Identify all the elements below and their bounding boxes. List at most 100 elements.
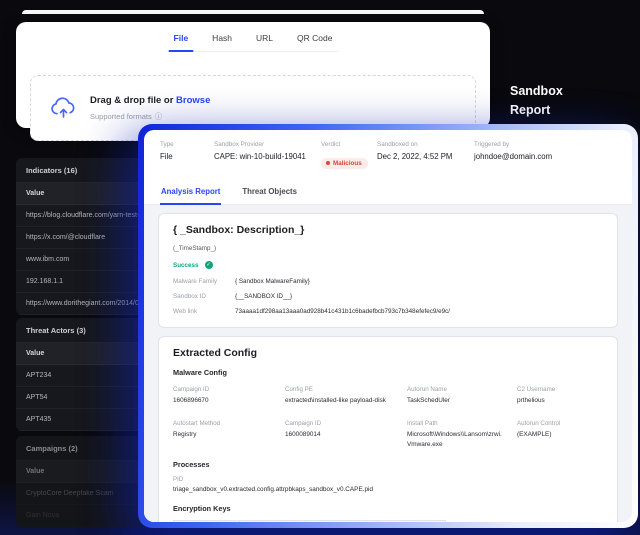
malware-config-subtitle: Malware Config (173, 368, 603, 377)
config-field: Autostart Method Registry (173, 420, 275, 449)
column-header: Sandbox : VM (378, 520, 446, 522)
column-header: Type (240, 520, 306, 522)
meta-sandbox-provider: Sandbox Provider CAPE: win-10-build-1904… (214, 141, 321, 170)
tab-url[interactable]: URL (256, 33, 273, 43)
config-field: Autorun Name TaskSchedUler (407, 386, 507, 405)
campaigns-panel: Campaigns (2) Value CryptoCore Deepfake … (16, 436, 145, 527)
field-web-link: Web link 73aaaa1df298aa13aaa0ad928b41c43… (173, 308, 603, 315)
threat-actors-panel: Threat Actors (3) Value APT234 APT54 APT… (16, 318, 145, 431)
upload-tab-bar: File Hash URL QR Code (168, 33, 339, 52)
campaigns-header[interactable]: Campaigns (2) (16, 436, 145, 461)
config-field: Campaign ID 1600089014 (285, 420, 397, 449)
field-value: 73aaaa1df298aa13aaa0ad928b41c431b1c6bade… (235, 308, 450, 315)
indicators-header[interactable]: Indicators (16) (16, 158, 145, 183)
meta-sandboxed-on: Sandboxed on Dec 2, 2022, 4:52 PM (377, 141, 474, 170)
threat-actors-column-header: Value (16, 343, 145, 365)
campaign-item[interactable]: Gain Nova (16, 505, 145, 527)
meta-label: Triggered by (474, 141, 552, 148)
report-meta-row: Type File Sandbox Provider CAPE: win-10-… (144, 130, 632, 179)
sandbox-description-card: { _Sandbox: Description_} (_TimeStamp_) … (158, 213, 618, 328)
sandbox-report-modal: Type File Sandbox Provider CAPE: win-10-… (144, 130, 632, 522)
indicator-item[interactable]: 192.168.1.1 (16, 271, 145, 293)
tab-qr-code[interactable]: QR Code (297, 33, 332, 43)
config-value: (EXAMPLE) (517, 430, 603, 439)
page-title: Sandbox Report (510, 82, 582, 121)
meta-value: johndoe@domain.com (474, 152, 552, 161)
config-label: Campaign ID (285, 420, 397, 427)
indicator-item[interactable]: www.ibm.com (16, 249, 145, 271)
indicator-item[interactable]: https://x.com/@cloudflare (16, 227, 145, 249)
meta-type: Type File (160, 141, 214, 170)
column-header: Value (306, 520, 378, 522)
supported-formats-label: Supported formats (90, 112, 152, 121)
field-value: { Sandbox MalwareFamily} (235, 278, 310, 285)
meta-label: Verdict (321, 141, 377, 148)
pid-value: triage_sandbox_v0.extracted.config.attrp… (173, 486, 603, 493)
verdict-text: Malicious (333, 160, 362, 167)
config-field: Campaign ID 1606896670 (173, 386, 275, 405)
meta-value: File (160, 152, 214, 161)
stacked-card-edge (22, 10, 484, 14)
encryption-keys-subtitle: Encryption Keys (173, 504, 603, 513)
meta-triggered-by: Triggered by johndoe@domain.com (474, 141, 552, 170)
meta-label: Type (160, 141, 214, 148)
pid-label: PID (173, 476, 603, 483)
tab-hash[interactable]: Hash (212, 33, 232, 43)
tab-file[interactable]: File (174, 33, 189, 43)
config-field: Autorun Control (EXAMPLE) (517, 420, 603, 449)
config-label: Autostart Method (173, 420, 275, 427)
threat-actor-item[interactable]: APT234 (16, 365, 145, 387)
config-field: Install Path Microsoft\Windows\\Lansom\z… (407, 420, 507, 449)
meta-label: Sandbox Provider (214, 141, 321, 148)
description-title: { _Sandbox: Description_} (173, 224, 603, 236)
tab-analysis-report[interactable]: Analysis Report (160, 179, 221, 205)
meta-label: Sandboxed on (377, 141, 474, 148)
field-malware-family: Malware Family { Sandbox MalwareFamily} (173, 278, 603, 285)
config-label: C2 Username (517, 386, 603, 393)
report-modal-glow: Type File Sandbox Provider CAPE: win-10-… (138, 124, 638, 528)
info-icon[interactable]: ⓘ (155, 111, 163, 122)
verdict-dot-icon (326, 161, 330, 165)
upload-card: File Hash URL QR Code Drag & drop file o… (16, 22, 490, 128)
indicators-panel: Indicators (16) Value https://blog.cloud… (16, 158, 145, 315)
threat-actor-item[interactable]: APT435 (16, 409, 145, 431)
meta-verdict: Verdict Malicious (321, 141, 377, 170)
config-field: Config PE extracted\installed-like paylo… (285, 386, 397, 405)
field-label: Malware Family (173, 278, 235, 285)
indicators-column-header: Value (16, 183, 145, 205)
extracted-config-title: Extracted Config (173, 347, 603, 359)
config-label: Autorun Control (517, 420, 603, 427)
field-sandbox-id: Sandbox ID {__SANDBOX ID__} (173, 293, 603, 300)
status-label: Success (173, 262, 199, 269)
config-field: C2 Username prthelious (517, 386, 603, 405)
description-timestamp: (_TimeStamp_) (173, 245, 603, 252)
config-value: TaskSchedUler (407, 396, 507, 405)
threat-actors-header[interactable]: Threat Actors (3) (16, 318, 145, 343)
threat-actor-item[interactable]: APT54 (16, 387, 145, 409)
meta-value: CAPE: win-10-build-19041 (214, 152, 321, 161)
config-label: Install Path (407, 420, 507, 427)
config-value: prthelious (517, 396, 603, 405)
drag-drop-label: Drag & drop file or (90, 95, 173, 106)
config-value: Microsoft\Windows\\Lansom\zrwi. Vmware.e… (407, 430, 507, 449)
config-label: Autorun Name (407, 386, 507, 393)
tab-threat-objects[interactable]: Threat Objects (241, 179, 298, 204)
indicator-item[interactable]: https://blog.cloudflare.com/yarn-test- (16, 205, 145, 227)
config-value: Registry (173, 430, 275, 439)
verdict-badge: Malicious (321, 158, 368, 169)
report-tab-bar: Analysis Report Threat Objects (144, 179, 632, 205)
dropzone-title: Drag & drop file or Browse (90, 95, 210, 106)
indicator-item[interactable]: https://www.dorithegiant.com/2014/05/w (16, 293, 145, 315)
status-row: Success ✓ (173, 261, 603, 269)
config-value: 1606896670 (173, 396, 275, 405)
encryption-keys-table: Key Type Value Sandbox : VM aes_key aes-… (173, 520, 446, 522)
campaign-item[interactable]: CryptoCore Deepfake Scam (16, 483, 145, 505)
campaigns-column-header: Value (16, 461, 145, 483)
config-label: Config PE (285, 386, 397, 393)
field-label: Sandbox ID (173, 293, 235, 300)
malware-config-grid: Campaign ID 1606896670 Config PE extract… (173, 386, 603, 449)
browse-link[interactable]: Browse (176, 95, 210, 106)
cloud-upload-icon (50, 95, 77, 122)
meta-value: Dec 2, 2022, 4:52 PM (377, 152, 474, 161)
processes-subtitle: Processes (173, 460, 603, 469)
